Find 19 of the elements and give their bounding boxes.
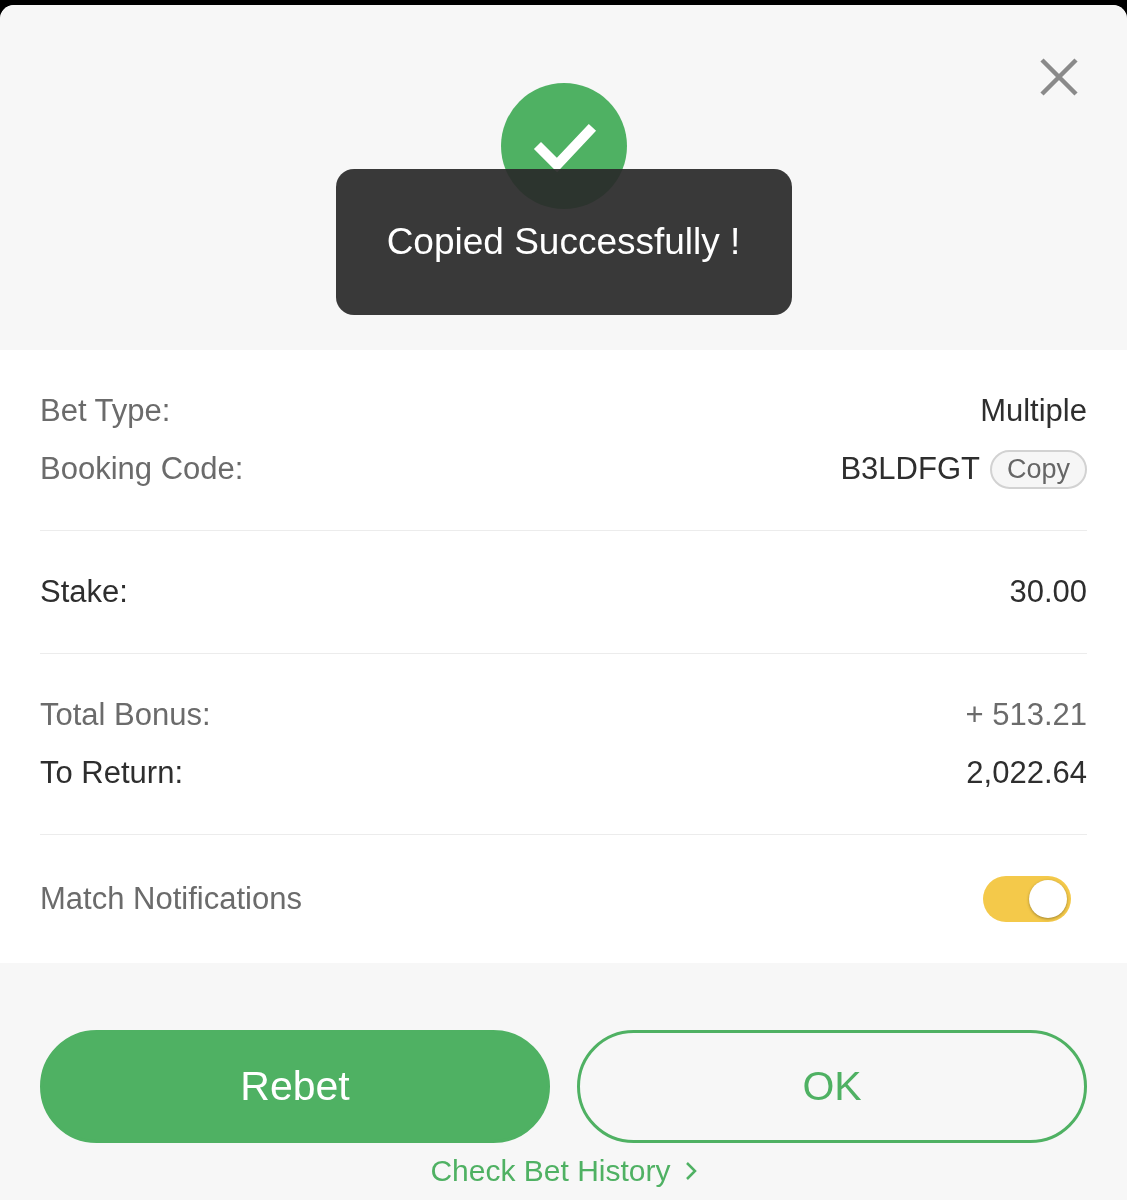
close-icon [1040, 58, 1078, 96]
detail-value: 30.00 [1009, 573, 1087, 611]
detail-value: B3LDFGT [840, 450, 980, 488]
notifications-label: Match Notifications [40, 881, 302, 917]
toggle-switch[interactable] [983, 876, 1071, 922]
detail-label: Stake: [40, 573, 128, 611]
detail-value: Multiple [980, 392, 1087, 430]
toast-message: Copied Successfully ! [335, 169, 792, 315]
copy-button[interactable]: Copy [989, 449, 1087, 489]
detail-value: 2,022.64 [966, 754, 1087, 792]
chevron-icon [684, 1161, 697, 1181]
detail-label: Bet Type: [40, 392, 171, 430]
history-link[interactable]: Check Bet History [430, 1152, 697, 1190]
detail-label: Total Bonus: [40, 696, 211, 734]
detail-value: + 513.21 [965, 696, 1087, 734]
rebet-button[interactable]: Rebet [40, 1030, 550, 1143]
ok-button[interactable]: OK [577, 1030, 1087, 1143]
detail-label: To Return: [40, 754, 183, 792]
detail-label: Booking Code: [40, 450, 244, 488]
